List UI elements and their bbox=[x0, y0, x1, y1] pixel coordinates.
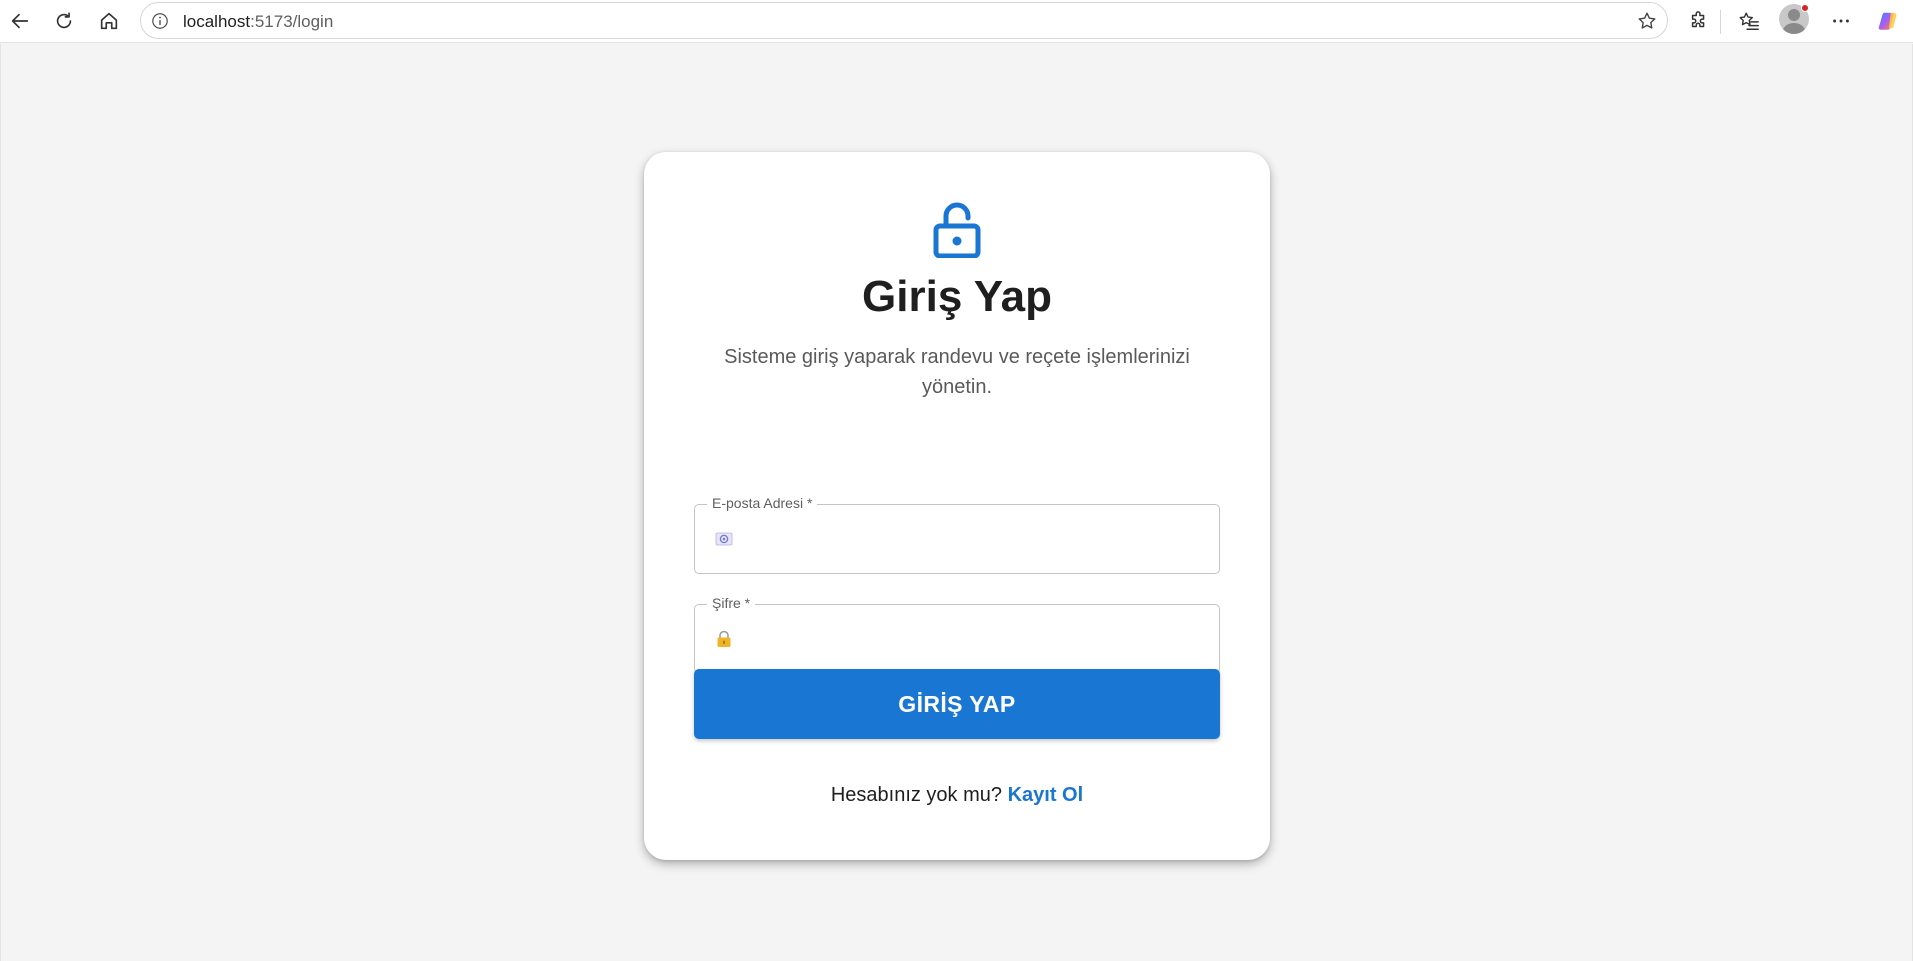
lock-open-icon bbox=[933, 202, 981, 258]
login-submit-button[interactable]: GİRİŞ YAP bbox=[694, 669, 1220, 739]
register-prompt-text: Hesabınız yok mu? bbox=[830, 784, 1003, 806]
page-subtitle: Sisteme giriş yaparak randevu ve reçete … bbox=[724, 346, 1190, 398]
copilot-icon bbox=[1878, 12, 1897, 30]
browser-toolbar: localhost:5173/login bbox=[0, 0, 1913, 43]
avatar-body bbox=[1783, 23, 1805, 34]
page-title: Giriş Yap bbox=[862, 272, 1052, 321]
more-icon bbox=[1833, 19, 1849, 23]
info-icon[interactable] bbox=[151, 12, 169, 30]
email-icon bbox=[715, 532, 733, 546]
url-text[interactable]: localhost:5173/login bbox=[183, 12, 333, 32]
favorites-icon bbox=[1739, 12, 1759, 30]
page-viewport: Giriş Yap Sisteme giriş yaparak randevu … bbox=[0, 44, 1913, 961]
copilot-button[interactable] bbox=[1872, 5, 1904, 37]
extensions-icon bbox=[1691, 11, 1705, 28]
extensions-button[interactable] bbox=[1683, 5, 1715, 37]
email-label: E-posta Adresi * bbox=[707, 495, 818, 511]
password-label: Şifre * bbox=[707, 595, 756, 611]
url-host: localhost bbox=[183, 12, 251, 31]
email-field[interactable]: E-posta Adresi * bbox=[694, 495, 1220, 574]
reload-button[interactable] bbox=[46, 3, 82, 39]
avatar-head bbox=[1788, 9, 1800, 21]
notification-dot bbox=[1801, 4, 1809, 12]
home-icon bbox=[100, 12, 118, 30]
back-arrow-icon bbox=[11, 13, 29, 29]
address-bar[interactable]: localhost:5173/login bbox=[140, 2, 1668, 39]
url-path: :5173/login bbox=[250, 12, 334, 31]
reload-icon bbox=[56, 12, 72, 29]
register-prompt: Hesabınız yok mu? Kayıt Ol bbox=[644, 784, 1270, 807]
back-button[interactable] bbox=[2, 3, 38, 39]
more-button[interactable] bbox=[1825, 5, 1857, 37]
favorites-button[interactable] bbox=[1733, 5, 1765, 37]
star-icon[interactable] bbox=[1636, 10, 1658, 32]
toolbar-divider bbox=[1720, 10, 1721, 34]
login-card: Giriş Yap Sisteme giriş yaparak randevu … bbox=[644, 152, 1270, 860]
register-link[interactable]: Kayıt Ol bbox=[1008, 784, 1084, 806]
email-input[interactable] bbox=[745, 515, 1205, 563]
password-field[interactable]: Şifre * bbox=[694, 595, 1220, 674]
padlock-icon bbox=[717, 630, 731, 647]
password-input[interactable] bbox=[745, 615, 1205, 663]
home-button[interactable] bbox=[91, 3, 127, 39]
